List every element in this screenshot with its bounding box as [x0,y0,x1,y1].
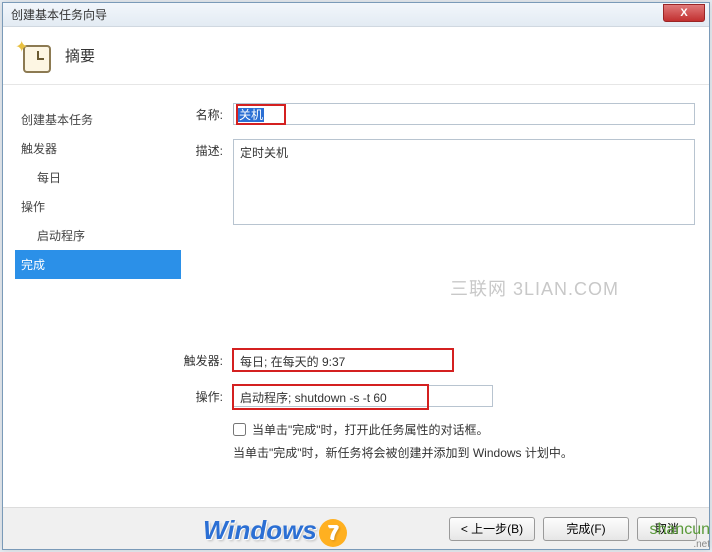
wizard-body: 创建基本任务 触发器 每日 操作 启动程序 完成 名称: 关机 描述: [3,85,709,507]
action-label: 操作: [181,385,233,405]
wizard-header: ✦ 摘要 [3,27,709,85]
summary-form: 名称: 关机 描述: 定时关机 三联网 3LIAN.COM 触发器: [181,85,709,507]
sidebar-item-action[interactable]: 操作 [15,192,181,221]
close-button[interactable]: X [663,4,705,22]
titlebar: 创建基本任务向导 X [3,3,709,27]
sidebar-item-daily[interactable]: 每日 [15,163,181,192]
sidebar-item-start-program[interactable]: 启动程序 [15,221,181,250]
back-button[interactable]: < 上一步(B) [449,517,535,541]
page-title: 摘要 [65,45,95,66]
watermark-text: 三联网 3LIAN.COM [450,275,619,301]
wizard-steps-sidebar: 创建基本任务 触发器 每日 操作 启动程序 完成 [3,85,181,507]
close-icon: X [680,7,687,19]
wizard-window: 创建基本任务向导 X ✦ 摘要 创建基本任务 触发器 每日 操作 启动程序 完成… [2,2,710,550]
finish-button[interactable]: 完成(F) [543,517,629,541]
task-clock-icon: ✦ [17,39,51,73]
sidebar-item-create-task[interactable]: 创建基本任务 [15,105,181,134]
trigger-value: 每日; 在每天的 9:37 [233,349,453,371]
name-label: 名称: [181,103,233,123]
sidebar-item-finish[interactable]: 完成 [15,250,181,279]
sidebar-item-trigger[interactable]: 触发器 [15,134,181,163]
trigger-label: 触发器: [181,349,233,369]
window-title: 创建基本任务向导 [7,6,107,23]
open-properties-label: 当单击"完成"时，打开此任务属性的对话框。 [252,421,489,438]
wizard-footer: Windows7 < 上一步(B) 完成(F) 取消 [3,507,709,549]
action-value: 启动程序; shutdown -s -t 60 [233,385,493,407]
open-properties-checkbox[interactable] [233,423,246,436]
description-label: 描述: [181,139,233,159]
windows7-logo: Windows7 [203,515,347,547]
finish-note: 当单击"完成"时，新任务将会被创建并添加到 Windows 计划中。 [233,444,695,461]
name-input[interactable]: 关机 [233,103,695,125]
shancun-watermark: shancun .net [650,521,711,550]
description-input[interactable]: 定时关机 [233,139,695,225]
